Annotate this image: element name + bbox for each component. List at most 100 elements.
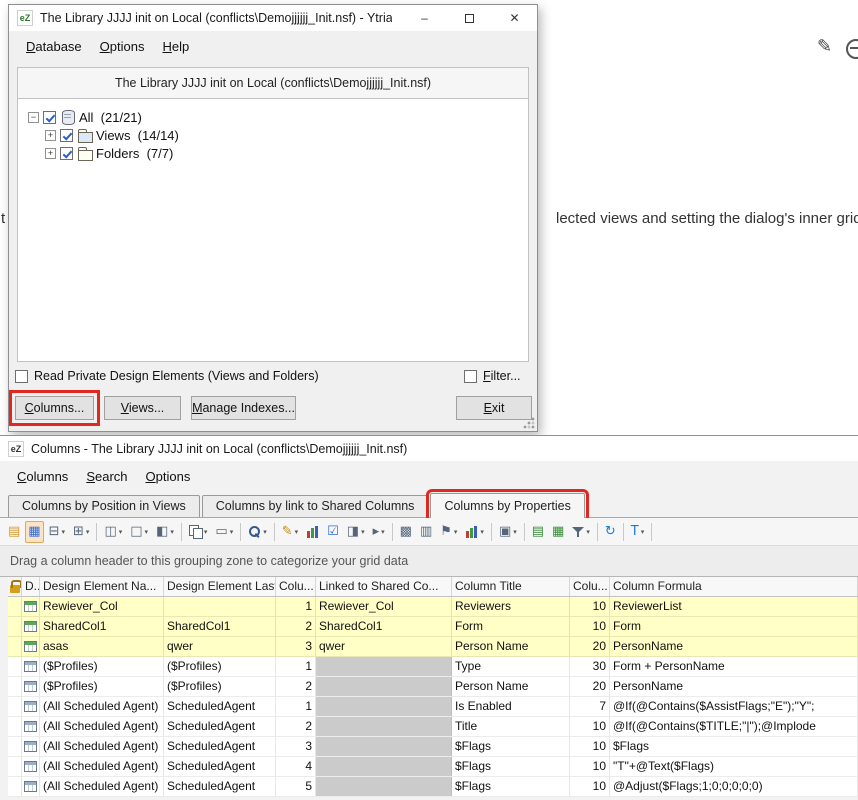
picture-export-icon[interactable]: ▣▾ [496, 521, 520, 543]
cell-design-element-name[interactable]: (All Scheduled Agent) [40, 777, 164, 796]
edit-pencil-icon[interactable] [817, 36, 832, 57]
grid-row[interactable]: (All Scheduled Agent)ScheduledAgent1Is E… [8, 697, 858, 717]
cell-design-element-name[interactable]: (All Scheduled Agent) [40, 757, 164, 776]
cell-design-element-last[interactable]: ScheduledAgent [164, 757, 276, 776]
grid-row[interactable]: Rewiever_Col1Rewiever_ColReviewers10Revi… [8, 597, 858, 617]
cell-design-element-name[interactable]: ($Profiles) [40, 677, 164, 696]
grid-row[interactable]: ($Profiles)($Profiles)1Type30Form + Pers… [8, 657, 858, 677]
cell-lock[interactable] [8, 737, 22, 756]
views-button[interactable]: Views... [104, 396, 181, 420]
tree-checkbox[interactable] [43, 111, 56, 124]
cell-lock[interactable] [8, 617, 22, 636]
cell-column-formula[interactable]: Form + PersonName [610, 657, 858, 676]
cell-design-element-icon[interactable] [22, 757, 40, 776]
cell-column-position[interactable]: 2 [276, 677, 316, 696]
grid-view-icon[interactable]: ▦ [25, 521, 43, 543]
cell-linked-shared-column[interactable] [316, 777, 452, 796]
cell-column-formula[interactable]: ReviewerList [610, 597, 858, 616]
search-icon[interactable]: ▾ [245, 521, 270, 543]
column-header[interactable]: Linked to Shared Co... [316, 577, 452, 596]
expand-all-icon[interactable]: ⊞▾ [70, 521, 92, 543]
cell-column-width[interactable]: 30 [570, 657, 610, 676]
cell-linked-shared-column[interactable] [316, 657, 452, 676]
cell-column-title[interactable]: $Flags [452, 757, 570, 776]
cell-column-position[interactable]: 3 [276, 737, 316, 756]
paste-icon[interactable]: ▭▾ [212, 521, 236, 543]
cell-design-element-name[interactable]: (All Scheduled Agent) [40, 737, 164, 756]
expand-toggle-icon[interactable]: + [45, 130, 56, 141]
cell-column-position[interactable]: 2 [276, 617, 316, 636]
check-values-icon[interactable]: ☑ [324, 521, 342, 543]
cell-column-title[interactable]: Person Name [452, 677, 570, 696]
cell-design-element-icon[interactable] [22, 777, 40, 796]
resize-grip[interactable] [522, 416, 535, 429]
cell-linked-shared-column[interactable]: qwer [316, 637, 452, 656]
cell-design-element-last[interactable]: ($Profiles) [164, 677, 276, 696]
cell-column-width[interactable]: 10 [570, 757, 610, 776]
cell-design-element-icon[interactable] [22, 697, 40, 716]
apply-actions-icon[interactable]: ▸▾ [370, 521, 388, 543]
cell-lock[interactable] [8, 717, 22, 736]
cell-column-formula[interactable]: Form [610, 617, 858, 636]
menu-database[interactable]: Database [17, 35, 91, 58]
columns-button[interactable]: Columns... [15, 396, 94, 420]
close-button[interactable] [492, 5, 537, 31]
cell-column-width[interactable]: 20 [570, 677, 610, 696]
flag-rows-icon[interactable]: ⚑▾ [437, 521, 460, 543]
grouping-icon[interactable]: ⊟▾ [46, 521, 68, 543]
cell-design-element-last[interactable]: SharedCol1 [164, 617, 276, 636]
cell-column-width[interactable]: 10 [570, 617, 610, 636]
cell-column-formula[interactable]: @If(@Contains($TITLE;"|");@Implode [610, 717, 858, 736]
cell-column-position[interactable]: 1 [276, 697, 316, 716]
cell-column-position[interactable]: 3 [276, 637, 316, 656]
read-private-option[interactable]: Read Private Design Elements (Views and … [15, 369, 319, 383]
cell-design-element-icon[interactable] [22, 677, 40, 696]
cell-design-element-last[interactable]: qwer [164, 637, 276, 656]
cell-design-element-name[interactable]: SharedCol1 [40, 617, 164, 636]
tab-columns-by-properties[interactable]: Columns by Properties [430, 493, 584, 518]
grid-row[interactable]: ($Profiles)($Profiles)2Person Name20Pers… [8, 677, 858, 697]
grid-row[interactable]: asasqwer3qwerPerson Name20PersonName [8, 637, 858, 657]
cell-lock[interactable] [8, 677, 22, 696]
export-table-icon[interactable]: ▦ [549, 521, 567, 543]
cell-column-formula[interactable]: "T"+@Text($Flags) [610, 757, 858, 776]
cell-column-title[interactable]: Reviewers [452, 597, 570, 616]
cell-column-title[interactable]: Person Name [452, 637, 570, 656]
cell-column-position[interactable]: 2 [276, 717, 316, 736]
cell-column-width[interactable]: 10 [570, 597, 610, 616]
refresh-icon[interactable]: ↻ [602, 521, 619, 543]
cell-column-formula[interactable]: $Flags [610, 737, 858, 756]
cell-linked-shared-column[interactable]: Rewiever_Col [316, 597, 452, 616]
cell-design-element-last[interactable]: ScheduledAgent [164, 697, 276, 716]
cell-linked-shared-column[interactable] [316, 697, 452, 716]
menu-options[interactable]: Options [91, 35, 154, 58]
grid-row[interactable]: SharedCol1SharedCol12SharedCol1Form10For… [8, 617, 858, 637]
minimize-button[interactable] [402, 5, 447, 31]
cell-lock[interactable] [8, 777, 22, 796]
grouping-zone[interactable]: Drag a column header to this grouping zo… [0, 546, 858, 577]
cell-design-element-name[interactable]: ($Profiles) [40, 657, 164, 676]
filter-checkbox[interactable] [464, 370, 477, 383]
cell-column-formula[interactable]: PersonName [610, 637, 858, 656]
cell-design-element-icon[interactable] [22, 737, 40, 756]
cell-column-formula[interactable]: @Adjust($Flags;1;0;0;0;0;0) [610, 777, 858, 796]
cell-column-title[interactable]: Form [452, 617, 570, 636]
cell-column-width[interactable]: 7 [570, 697, 610, 716]
exit-button[interactable]: Exit [456, 396, 532, 420]
column-header[interactable]: Design Element Last... [164, 577, 276, 596]
tree-item-folders[interactable]: +Folders (7/7) [18, 144, 528, 162]
cell-column-position[interactable]: 5 [276, 777, 316, 796]
row-height-icon[interactable]: ▩ [397, 521, 415, 543]
manage-indexes-button[interactable]: Manage Indexes... [191, 396, 296, 420]
cell-column-position[interactable]: 4 [276, 757, 316, 776]
cell-design-element-icon[interactable] [22, 617, 40, 636]
grid-row[interactable]: (All Scheduled Agent)ScheduledAgent5$Fla… [8, 777, 858, 797]
cell-design-element-icon[interactable] [22, 717, 40, 736]
cell-linked-shared-column[interactable]: SharedCol1 [316, 617, 452, 636]
cell-column-width[interactable]: 10 [570, 717, 610, 736]
grid-row[interactable]: (All Scheduled Agent)ScheduledAgent2Titl… [8, 717, 858, 737]
column-header[interactable]: Design Element Na... [40, 577, 164, 596]
menu-columns[interactable]: Columns [8, 465, 77, 488]
text-size-icon[interactable]: T▾ [628, 521, 647, 543]
cell-column-position[interactable]: 1 [276, 657, 316, 676]
